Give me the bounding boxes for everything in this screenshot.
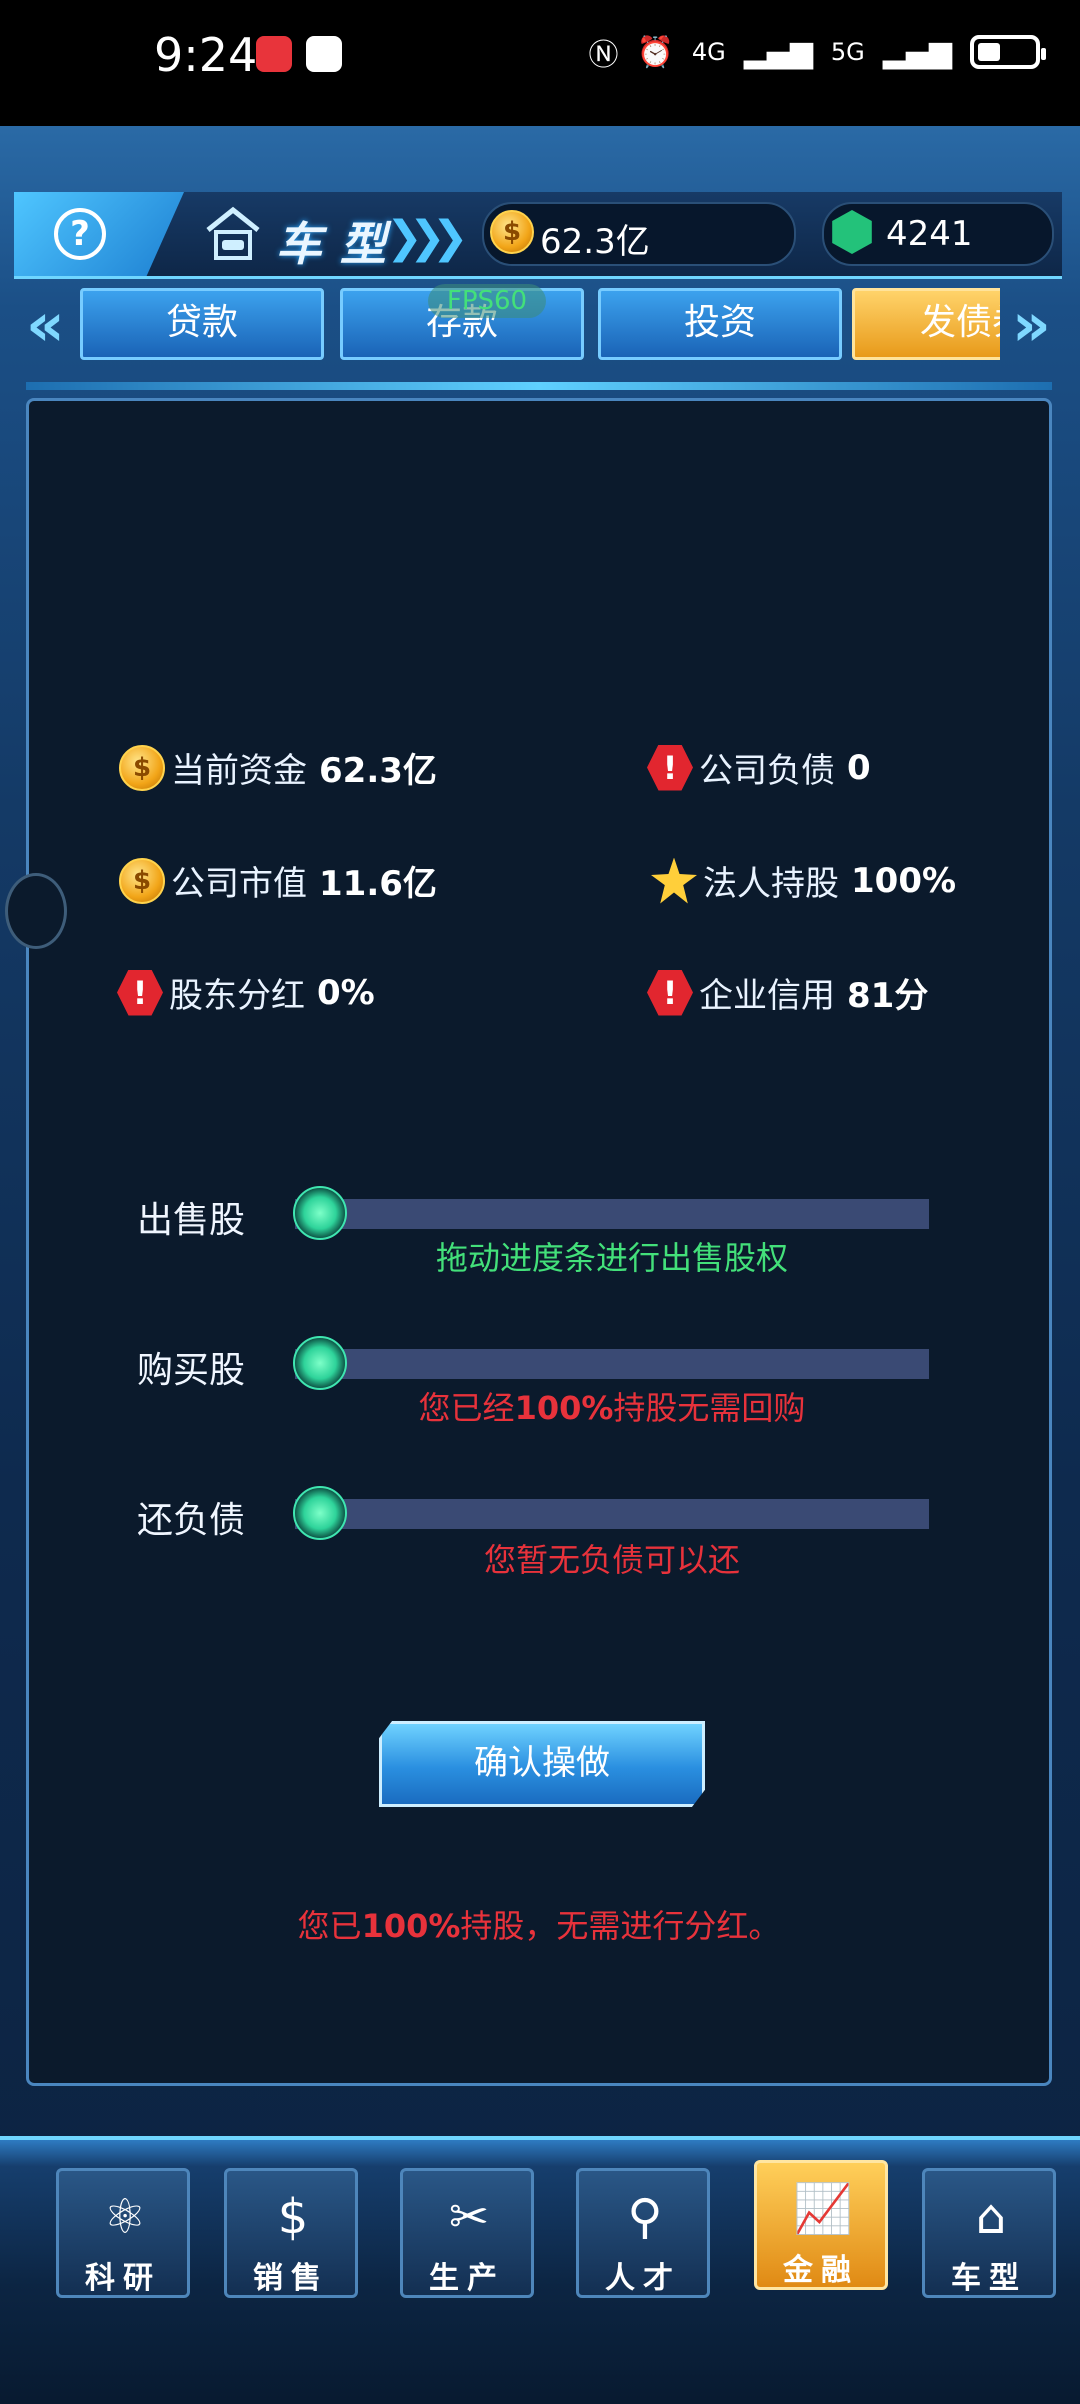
chevron-right-icon: ❯❯❯ xyxy=(386,212,469,263)
nav-talent[interactable]: ⚲ 人才 xyxy=(576,2168,710,2298)
hint-text: 您已经 xyxy=(418,1389,515,1427)
car-model-icon: ⌂ xyxy=(975,2189,1007,2245)
nav-label: 生产 xyxy=(429,2261,505,2296)
stat-legal-holding: 法人持股 100% xyxy=(651,856,956,905)
slider-knob[interactable] xyxy=(293,1336,347,1390)
nav-production[interactable]: ✂ 生产 xyxy=(400,2168,534,2298)
status-time: 9:24 xyxy=(154,28,258,82)
stat-company-debt: ! 公司负债 0 xyxy=(647,743,871,792)
battery-icon xyxy=(970,35,1046,69)
stat-value: 11.6亿 xyxy=(319,864,437,904)
alert-icon: ! xyxy=(647,969,693,1016)
money-display: $ 62.3亿 xyxy=(482,202,796,266)
sales-icon: $ xyxy=(277,2189,309,2245)
stat-value: 100% xyxy=(851,860,957,901)
chevron-right-nav-icon[interactable]: » xyxy=(1012,290,1051,360)
tab-bonds[interactable]: 发债券 xyxy=(852,288,1000,360)
stat-label: 当前资金 xyxy=(171,751,307,791)
huawei-app-icon xyxy=(256,36,292,72)
stat-label: 公司负债 xyxy=(699,751,835,791)
gem-icon xyxy=(832,210,872,254)
talent-icon: ⚲ xyxy=(627,2189,663,2245)
production-icon: ✂ xyxy=(448,2189,490,2245)
question-icon[interactable]: ? xyxy=(54,208,106,260)
stat-credit: ! 企业信用 81分 xyxy=(647,968,928,1017)
stat-value: 81分 xyxy=(847,976,929,1016)
stat-dividend: ! 股东分红 0% xyxy=(117,968,375,1017)
repay-debt-label: 还负债 xyxy=(137,1500,246,1541)
notice-text: 持股，无需进行分红。 xyxy=(460,1907,781,1945)
stat-label: 公司市值 xyxy=(171,864,307,904)
nav-label: 销售 xyxy=(253,2261,329,2296)
sell-shares-hint: 拖动进度条进行出售股权 xyxy=(435,1239,788,1277)
tab-strip: 贷款 存款 投资 发债券 FPS60 xyxy=(0,284,1000,364)
nav-car-model[interactable]: ⌂ 车型 xyxy=(922,2168,1056,2298)
coin-icon: $ xyxy=(490,210,534,254)
nav-label: 人才 xyxy=(605,2261,681,2296)
page-title: 车型 xyxy=(276,217,404,271)
research-icon: ⚛ xyxy=(103,2189,147,2245)
buy-shares-slider[interactable] xyxy=(293,1336,929,1390)
repay-debt-slider[interactable] xyxy=(293,1486,929,1540)
sell-shares-slider[interactable] xyxy=(293,1186,929,1240)
coin-icon: $ xyxy=(119,744,165,791)
buy-shares-label: 购买股 xyxy=(137,1350,246,1391)
alert-icon: ! xyxy=(117,969,163,1016)
dividend-notice: 您已100%持股，无需进行分红。 xyxy=(29,1901,1049,1947)
signal-icon: ▂▄▆ xyxy=(743,34,813,70)
stat-value: 0% xyxy=(317,972,375,1013)
stat-label: 法人持股 xyxy=(703,864,839,904)
nav-sales[interactable]: $ 销售 xyxy=(224,2168,358,2298)
star-icon xyxy=(651,857,697,904)
divider xyxy=(26,382,1052,390)
repay-debt-hint: 您暂无负债可以还 xyxy=(483,1541,740,1579)
gem-value: 4241 xyxy=(886,214,973,254)
network-4g: 4G xyxy=(691,38,726,66)
qq-app-icon xyxy=(306,36,342,72)
tab-bar: « 贷款 存款 投资 发债券 FPS60 » xyxy=(0,284,1080,364)
nav-label: 金融 xyxy=(783,2253,859,2288)
stat-value: 62.3亿 xyxy=(319,751,437,791)
buy-shares-hint: 您已经100%持股无需回购 xyxy=(295,1383,929,1429)
gem-display: 4241 xyxy=(822,202,1054,266)
nfc-icon: Ⓝ xyxy=(588,38,619,73)
nav-label: 科研 xyxy=(85,2261,161,2296)
help-tab[interactable]: ? xyxy=(14,192,184,276)
finance-icon: 📈 xyxy=(793,2181,853,2237)
hint-text: 持股无需回购 xyxy=(613,1389,806,1427)
hint-percent: 100% xyxy=(514,1389,614,1427)
coin-icon: $ xyxy=(119,857,165,904)
status-icons: Ⓝ ⏰ 4G ▂▄▆ 5G ▂▄▆ xyxy=(588,30,1046,74)
tab-loan[interactable]: 贷款 xyxy=(80,288,324,360)
stat-current-funds: $ 当前资金 62.3亿 xyxy=(119,743,437,792)
tab-invest[interactable]: 投资 xyxy=(598,288,842,360)
nav-research[interactable]: ⚛ 科研 xyxy=(56,2168,190,2298)
stat-market-value: $ 公司市值 11.6亿 xyxy=(119,856,437,905)
slider-knob[interactable] xyxy=(293,1486,347,1540)
signal-icon-2: ▂▄▆ xyxy=(882,34,952,70)
alarm-icon: ⏰ xyxy=(636,34,674,70)
stat-label: 股东分红 xyxy=(169,976,305,1016)
nav-label: 车型 xyxy=(951,2261,1027,2296)
money-value: 62.3亿 xyxy=(540,222,650,262)
status-bar: 9:24 Ⓝ ⏰ 4G ▂▄▆ 5G ▂▄▆ xyxy=(0,0,1080,126)
nav-finance[interactable]: 📈 金融 xyxy=(754,2160,888,2290)
garage-icon xyxy=(206,206,260,260)
stat-value: 0 xyxy=(847,747,871,788)
top-bar: ? 车型 ❯❯❯ $ 62.3亿 4241 xyxy=(14,192,1062,279)
finance-panel: $ 当前资金 62.3亿 ! 公司负债 0 $ 公司市值 11.6亿 法人持股 … xyxy=(5,398,1052,2086)
sell-shares-label: 出售股 xyxy=(137,1200,246,1241)
alert-icon: ! xyxy=(647,744,693,791)
notice-text: 您已 xyxy=(297,1907,362,1945)
side-drawer-handle[interactable] xyxy=(5,873,67,949)
stat-label: 企业信用 xyxy=(699,976,835,1016)
fps-badge: FPS60 xyxy=(428,284,546,318)
bottom-nav: ⚛ 科研 $ 销售 ✂ 生产 ⚲ 人才 📈 金融 ⌂ 车型 xyxy=(0,2136,1080,2404)
notice-percent: 100% xyxy=(361,1907,461,1945)
confirm-button[interactable]: 确认操做 xyxy=(379,1721,705,1807)
slider-knob[interactable] xyxy=(293,1186,347,1240)
network-5g: 5G xyxy=(830,38,865,66)
